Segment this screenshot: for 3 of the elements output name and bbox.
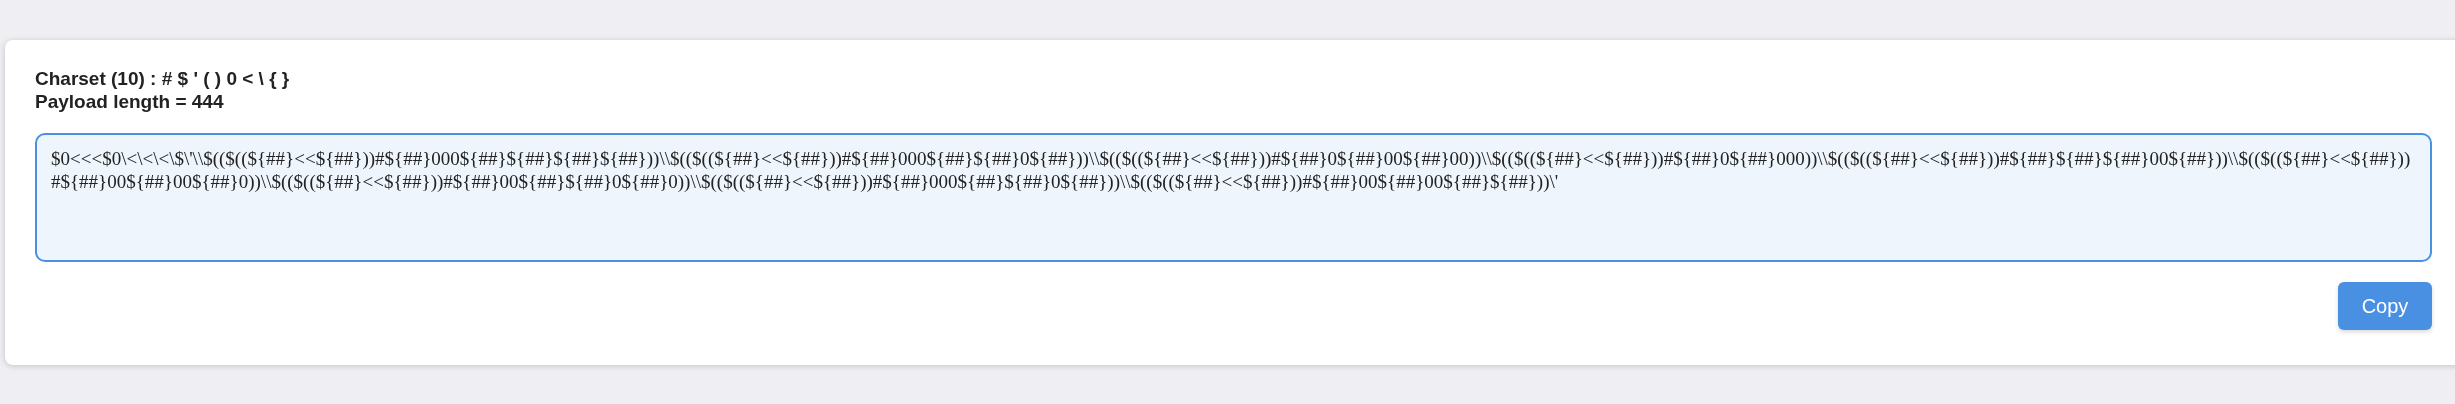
payload-length-label: Payload length = 444 bbox=[35, 90, 224, 113]
charset-label: Charset (10) : # $ ' ( ) 0 < \ { } bbox=[35, 67, 290, 90]
payload-field[interactable]: $0<<<$0\<\<\<\$\'\\$(($((${##}<<${##}))#${##}000${##}${##}${##}${##}))\\$(($((${##}<<${##}))#${##}000${##}${##}0${##}))\\$(($((${##}<<${##}))#${##}0${##}00${##}00))\\$(($((${##}<<${##}))#${##}0${##}000))\\$(($((${##}<<${##}))#${##}${##}${##}00${##}))\\$(($((${##}<<${##}))#${##}00${##}00${##}0))\\$(($((${##}<<${##}))#${##}00${##}${##}0${##}0))\\$(($((${##}<<${##}))#${##}000${##}${##}0${##}))\\$(($((${##}<<${##}))#${##}00${##}00${##}${##}))\' bbox=[35, 133, 2432, 262]
